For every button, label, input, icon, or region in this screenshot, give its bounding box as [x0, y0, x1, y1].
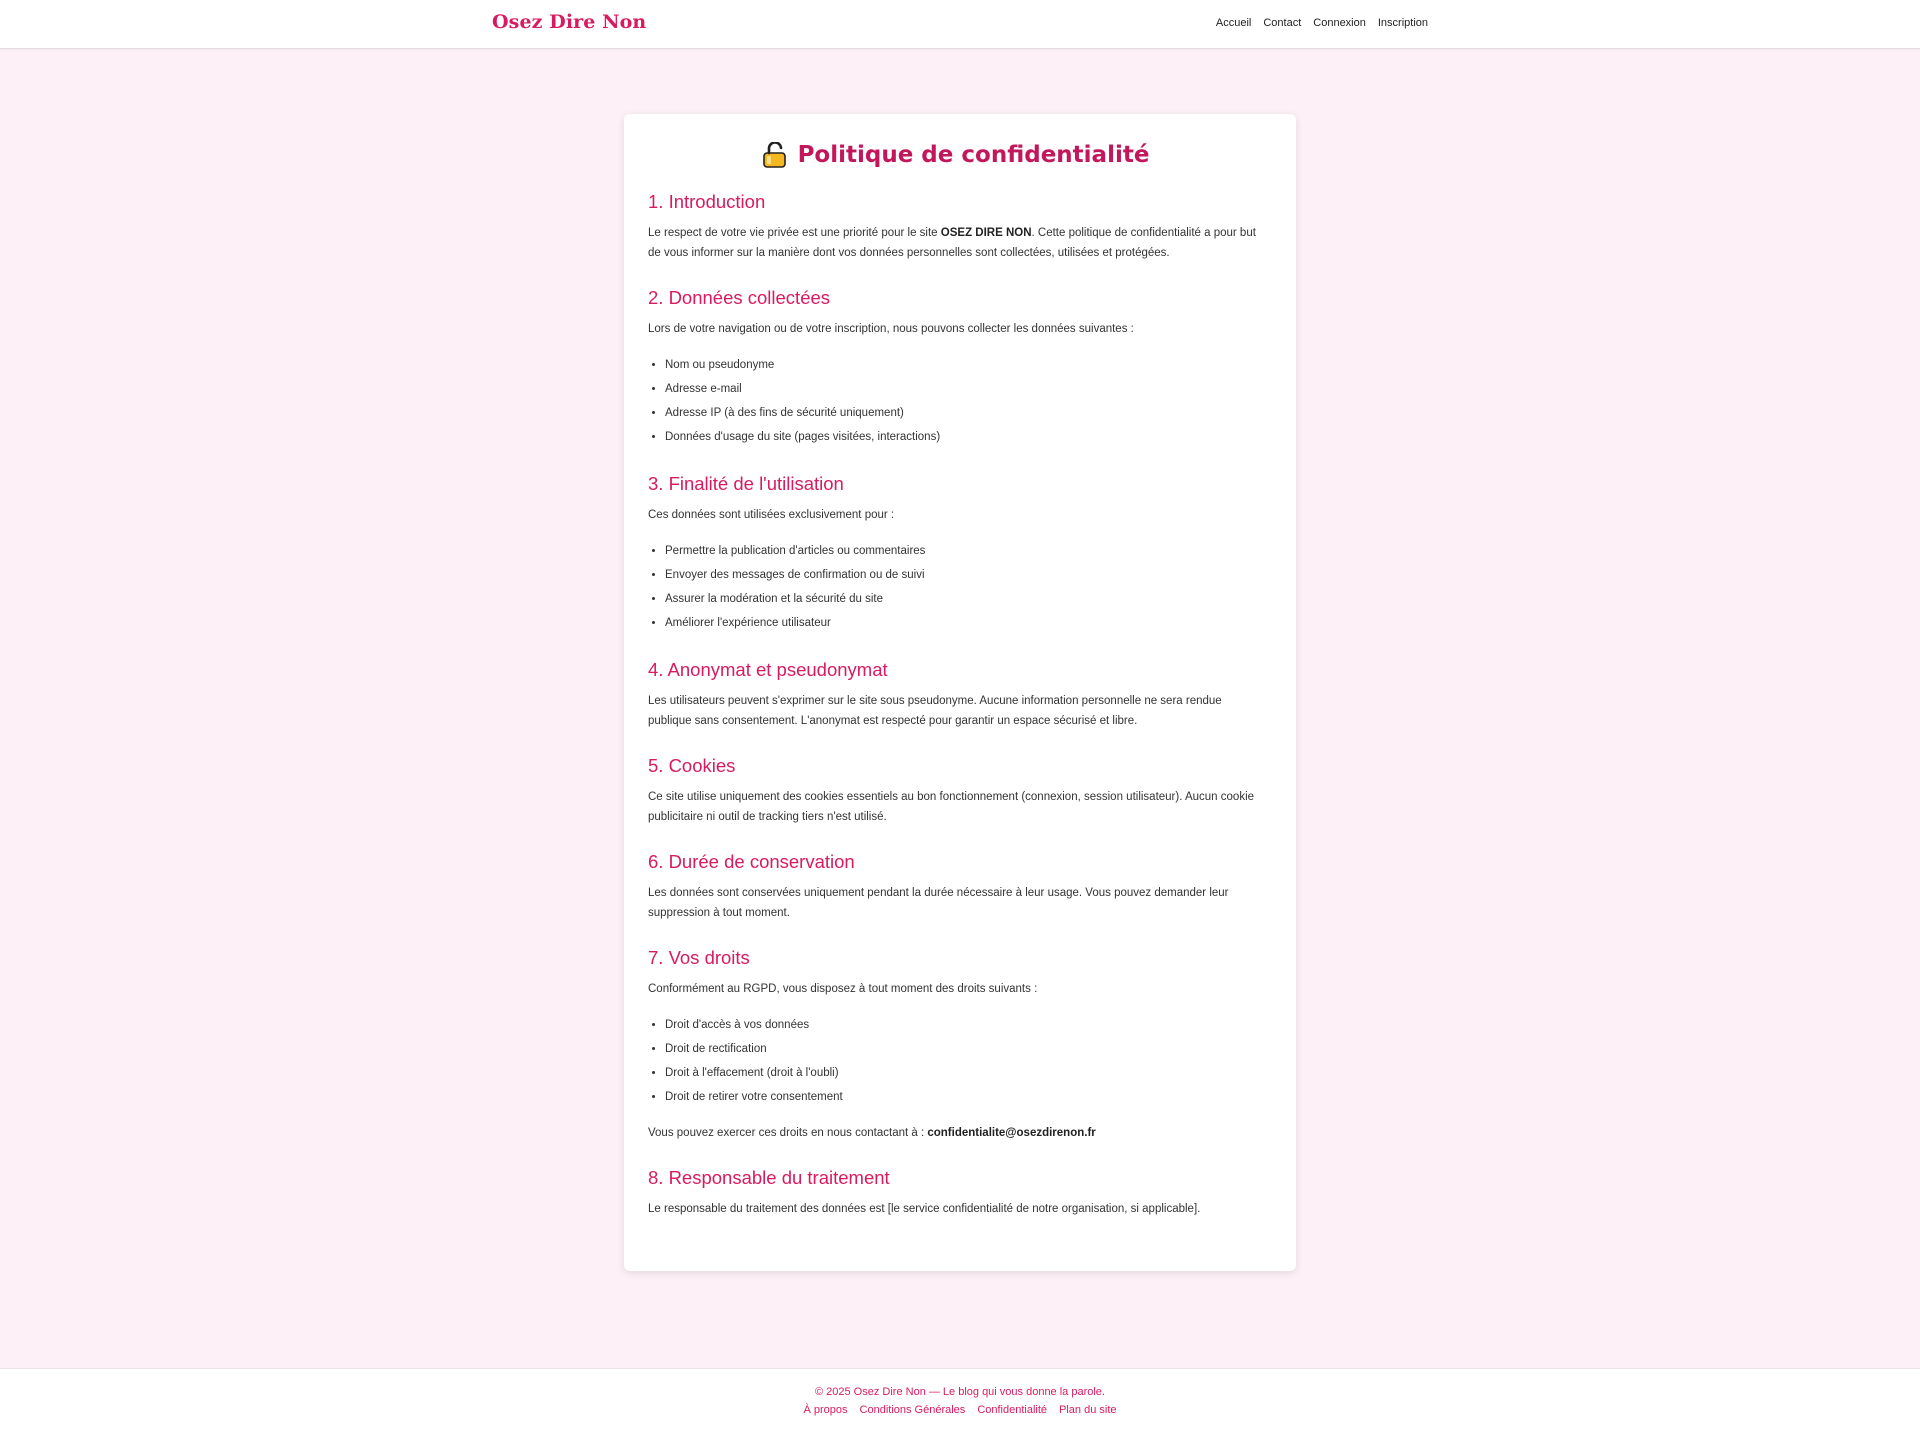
footer-link-plan-du-site[interactable]: Plan du site — [1059, 1404, 1116, 1416]
section-paragraph: Lors de votre navigation ou de votre ins… — [648, 323, 1134, 335]
list-item: Droit d'accès à vos données — [665, 1013, 1262, 1037]
section-donnees-collectees: 2. Données collectées Lors de votre navi… — [648, 287, 1262, 449]
page-title: Politique de confidentialité — [648, 138, 1262, 172]
paragraph-text: Le respect de votre vie privée est une p… — [648, 227, 941, 239]
list-item: Permettre la publication d'articles ou c… — [665, 539, 1262, 563]
section-anonymat: 4. Anonymat et pseudonymat Les utilisate… — [648, 659, 1262, 731]
list-item: Assurer la modération et la sécurité du … — [665, 587, 1262, 611]
site-name-strong: OSEZ DIRE NON — [940, 227, 1032, 239]
section-introduction: 1. Introduction Le respect de votre vie … — [648, 191, 1262, 263]
nav-link-accueil[interactable]: Accueil — [1216, 17, 1251, 29]
footer-link-a-propos[interactable]: À propos — [803, 1404, 847, 1416]
nav-link-connexion[interactable]: Connexion — [1313, 17, 1366, 29]
list-item: Droit de rectification — [665, 1037, 1262, 1061]
section-vos-droits: 7. Vos droits Conformément au RGPD, vous… — [648, 947, 1262, 1143]
site-footer: © 2025 Osez Dire Non — Le blog qui vous … — [0, 1368, 1920, 1441]
rights-list: Droit d'accès à vos données Droit de rec… — [648, 1013, 1262, 1109]
footer-links: À propos Conditions Générales Confidenti… — [0, 1404, 1920, 1416]
section-heading: 5. Cookies — [648, 755, 736, 776]
contact-paragraph: Vous pouvez exercer ces droits en nous c… — [648, 1123, 1262, 1143]
list-item: Données d'usage du site (pages visitées,… — [665, 425, 1262, 449]
section-heading: 3. Finalité de l'utilisation — [648, 473, 844, 494]
list-item: Adresse e-mail — [665, 377, 1262, 401]
section-paragraph: Conformément au RGPD, vous disposez à to… — [648, 983, 1038, 995]
contact-email: confidentialite@osezdirenon.fr — [927, 1127, 1096, 1139]
list-item: Adresse IP (à des fins de sécurité uniqu… — [665, 401, 1262, 425]
lock-icon — [761, 140, 788, 169]
section-heading: 7. Vos droits — [648, 947, 750, 968]
page-title-text: Politique de confidentialité — [797, 142, 1150, 168]
section-paragraph: Le responsable du traitement des données… — [648, 1203, 1201, 1215]
section-heading: 2. Données collectées — [648, 287, 831, 308]
section-paragraph: Les utilisateurs peuvent s'exprimer sur … — [648, 695, 1222, 727]
site-logo-link[interactable]: Osez Dire Non — [492, 11, 646, 33]
section-heading: 8. Responsable du traitement — [648, 1167, 890, 1188]
data-list: Nom ou pseudonyme Adresse e-mail Adresse… — [648, 353, 1262, 449]
site-header: Osez Dire Non Accueil Contact Connexion … — [0, 0, 1920, 49]
section-finalite: 3. Finalité de l'utilisation Ces données… — [648, 473, 1262, 635]
section-paragraph: Ce site utilise uniquement des cookies e… — [648, 791, 1255, 823]
section-heading: 6. Durée de conservation — [648, 851, 855, 872]
section-paragraph: Le respect de votre vie privée est une p… — [648, 223, 1262, 263]
list-item: Améliorer l'expérience utilisateur — [665, 611, 1262, 635]
list-item: Droit à l'effacement (droit à l'oubli) — [665, 1061, 1262, 1085]
section-paragraph: Ces données sont utilisées exclusivement… — [648, 509, 895, 521]
section-paragraph: Les données sont conservées uniquement p… — [648, 887, 1229, 919]
nav-link-contact[interactable]: Contact — [1263, 17, 1301, 29]
main-nav: Accueil Contact Connexion Inscription — [1216, 17, 1428, 29]
list-item: Nom ou pseudonyme — [665, 353, 1262, 377]
section-heading: 1. Introduction — [648, 191, 766, 212]
list-item: Droit de retirer votre consentement — [665, 1085, 1262, 1109]
footer-copyright: © 2025 Osez Dire Non — Le blog qui vous … — [814, 1386, 1105, 1398]
list-item: Envoyer des messages de confirmation ou … — [665, 563, 1262, 587]
purpose-list: Permettre la publication d'articles ou c… — [648, 539, 1262, 635]
section-cookies: 5. Cookies Ce site utilise uniquement de… — [648, 755, 1262, 827]
section-responsable: 8. Responsable du traitement Le responsa… — [648, 1167, 1262, 1219]
section-duree-conservation: 6. Durée de conservation Les données son… — [648, 851, 1262, 923]
footer-link-conditions[interactable]: Conditions Générales — [860, 1404, 966, 1416]
privacy-policy-card: Politique de confidentialité 1. Introduc… — [624, 114, 1296, 1271]
section-heading: 4. Anonymat et pseudonymat — [648, 659, 888, 680]
nav-link-inscription[interactable]: Inscription — [1378, 17, 1428, 29]
contact-text: Vous pouvez exercer ces droits en nous c… — [648, 1127, 928, 1139]
footer-link-confidentialite[interactable]: Confidentialité — [977, 1404, 1047, 1416]
